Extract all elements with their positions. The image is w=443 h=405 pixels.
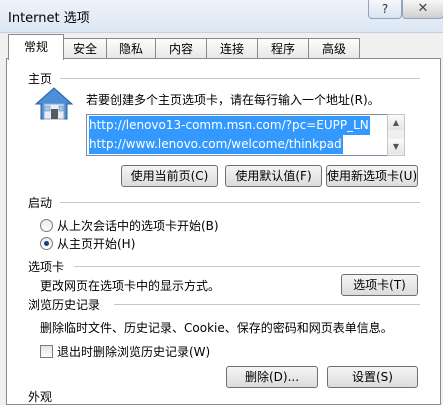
startup-separator [60, 202, 420, 203]
help-button[interactable]: ? [368, 0, 402, 19]
use-new-tab-button[interactable]: 使用新选项卡(U) [326, 165, 418, 187]
tabs-separator [74, 266, 420, 267]
homepage-separator [60, 78, 420, 79]
scroll-up-icon[interactable]: ▲ [388, 115, 404, 130]
tab-programs[interactable]: 程序 [257, 38, 309, 59]
homepage-description: 若要创建多个主页选项卡，请在每行输入一个地址(R)。 [86, 93, 380, 107]
window-title: Internet 选项 [8, 11, 90, 26]
close-button[interactable]: ✕ [402, 0, 443, 19]
startup-homepage-radio[interactable] [40, 237, 53, 250]
delete-on-exit-label[interactable]: 退出时删除浏览历史记录(W) [57, 343, 210, 360]
tab-content[interactable]: 内容 [155, 38, 207, 59]
history-separator [114, 304, 420, 305]
homepage-urls-textarea[interactable]: http://lenovo13-comm.msn.com/?pc=EUPP_LN… [86, 114, 388, 156]
use-default-button[interactable]: 使用默认值(F) [225, 165, 322, 187]
tabs-description: 更改网页在选项卡中的显示方式。 [40, 279, 221, 293]
startup-last-session-radio[interactable] [40, 219, 53, 232]
homepage-section-label: 主页 [28, 72, 53, 86]
tabs-settings-button[interactable]: 选项卡(T) [341, 274, 418, 296]
homepage-url-2: http://www.lenovo.com/welcome/thinkpad [89, 135, 343, 154]
help-icon: ? [381, 2, 389, 16]
close-icon: ✕ [417, 1, 429, 16]
history-settings-button[interactable]: 设置(S) [327, 366, 418, 388]
tab-security[interactable]: 安全 [63, 38, 107, 59]
homepage-url-1: http://lenovo13-comm.msn.com/?pc=EUPP_LN [89, 116, 370, 135]
tab-connections[interactable]: 连接 [206, 38, 258, 59]
tab-advanced[interactable]: 高级 [308, 38, 360, 59]
scroll-down-icon[interactable]: ▼ [388, 139, 404, 154]
title-bar: Internet 选项 ? ✕ [0, 0, 443, 33]
tabs-section-label: 选项卡 [28, 260, 65, 274]
delete-history-button[interactable]: 删除(D)... [226, 366, 318, 388]
delete-on-exit-checkbox[interactable] [40, 345, 53, 358]
appearance-section-label: 外观 [28, 390, 53, 404]
house-icon [34, 86, 74, 122]
startup-section-label: 启动 [28, 196, 53, 210]
startup-homepage-label[interactable]: 从主页开始(H) [57, 235, 135, 252]
tab-privacy[interactable]: 隐私 [106, 38, 156, 59]
history-section-label: 浏览历史记录 [28, 298, 101, 312]
textarea-scrollbar[interactable]: ▲ ▼ [387, 114, 405, 156]
history-description: 删除临时文件、历史记录、Cookie、保存的密码和网页表单信息。 [40, 321, 393, 335]
startup-last-session-label[interactable]: 从上次会话中的选项卡开始(B) [57, 217, 219, 234]
use-current-button[interactable]: 使用当前页(C) [121, 165, 218, 187]
tab-general[interactable]: 常规 [8, 34, 64, 60]
